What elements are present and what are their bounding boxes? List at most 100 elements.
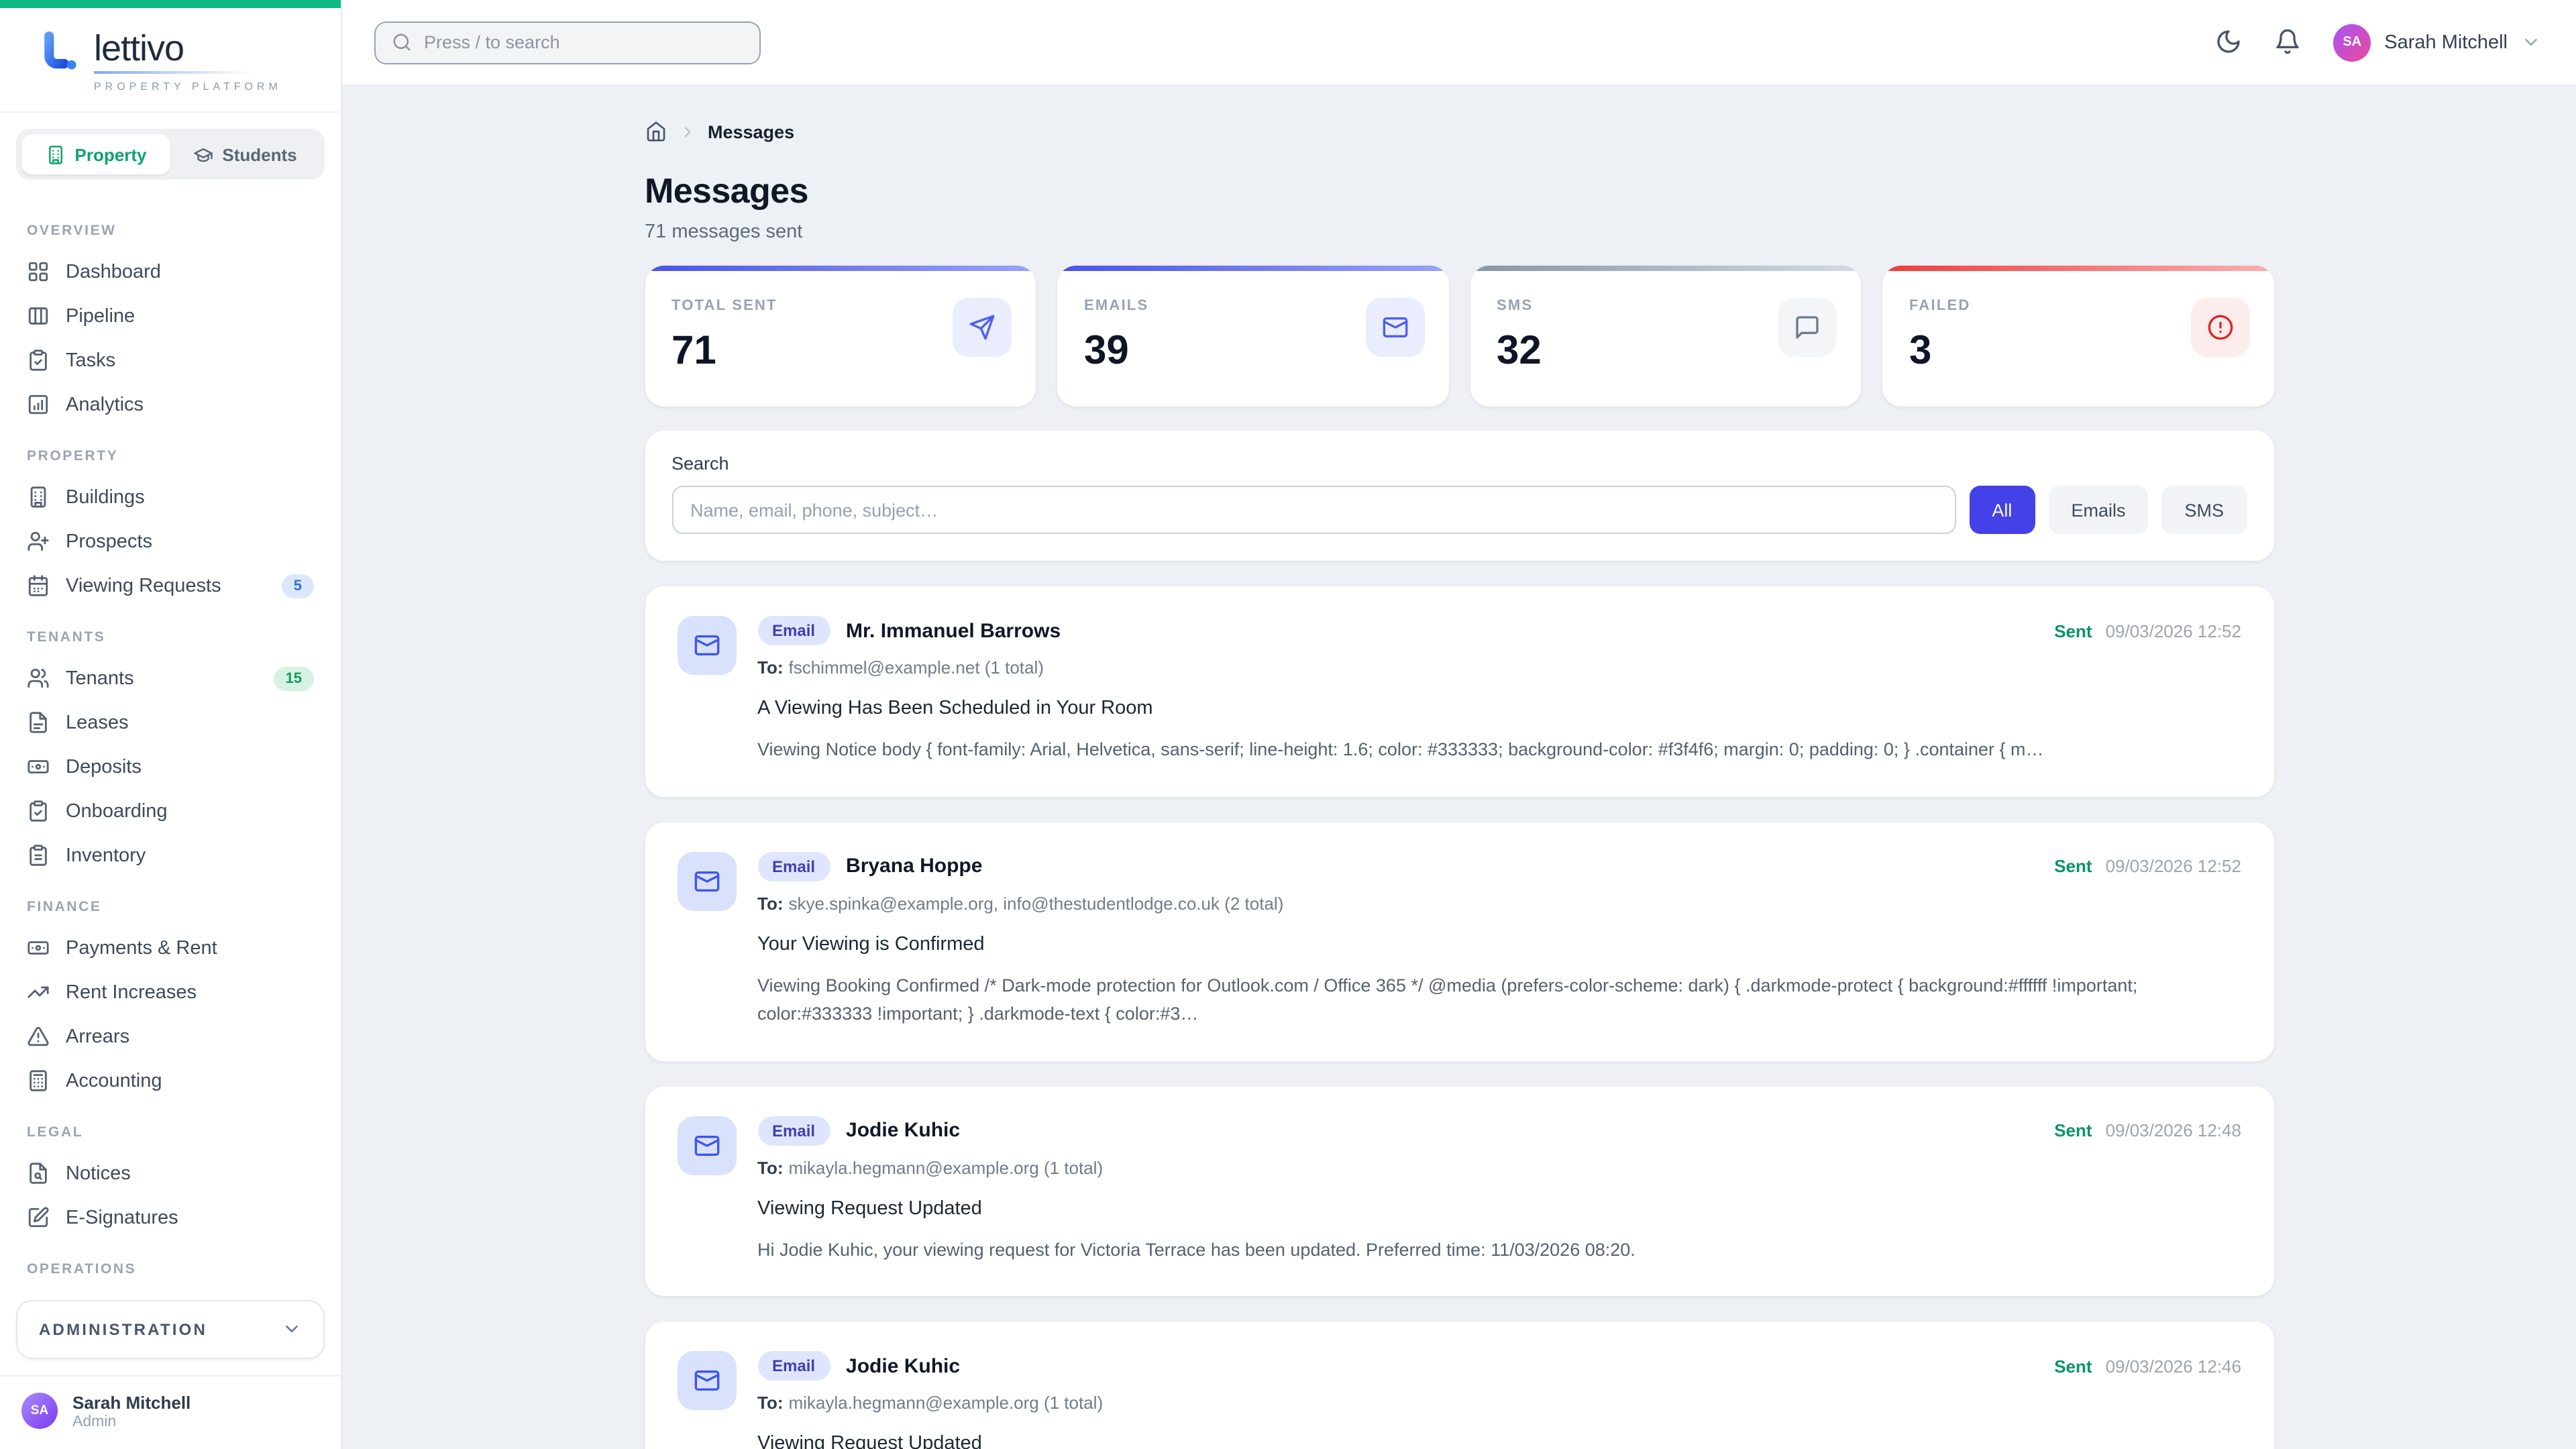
user-name: Sarah Mitchell [2384,32,2508,53]
sidebar-item-payments-rent[interactable]: Payments & Rent [16,926,325,971]
bell-icon [2274,28,2301,54]
calendar-icon [27,575,50,598]
sidebar-item-rent-increases[interactable]: Rent Increases [16,971,325,1015]
message-preview: Viewing Booking Confirmed /* Dark-mode p… [757,971,2241,1028]
logo[interactable]: lettivo PROPERTY PLATFORM [0,8,341,112]
brand-name: lettivo [94,30,282,68]
clipboard-list-icon [27,845,50,867]
dashboard-grid-icon [27,261,50,284]
message-type-badge: Email [757,1116,830,1146]
filter-emails-button[interactable]: Emails [2048,486,2148,534]
avatar: SA [2333,23,2371,61]
bar-chart-icon [27,394,50,417]
chevron-right-icon [678,123,696,140]
banknote-icon [27,937,50,960]
trending-up-icon [27,981,50,1004]
sidebar-item-leases[interactable]: Leases [16,701,325,745]
sidebar-item-buildings[interactable]: Buildings [16,476,325,520]
pen-square-icon [27,1207,50,1230]
message-search-input[interactable] [672,486,1955,534]
building-icon [27,486,50,509]
breadcrumb-current: Messages [708,121,794,142]
toggle-property-label: Property [75,145,147,165]
sidebar-item-deposits[interactable]: Deposits [16,745,325,790]
main-area: Messages Messages 71 messages sent TOTAL… [342,86,2576,1449]
sidebar-item-notices[interactable]: Notices [16,1152,325,1196]
sidebar-item-inventory[interactable]: Inventory [16,834,325,878]
sidebar-item-prospects[interactable]: Prospects [16,520,325,564]
message-subject: Viewing Request Updated [757,1198,2241,1220]
status-badge: Sent [2054,1356,2092,1377]
message-card[interactable]: Email Mr. Immanuel Barrows Sent 09/03/20… [645,586,2273,796]
message-card[interactable]: Email Jodie Kuhic Sent 09/03/2026 12:46 … [645,1322,2273,1449]
clipboard-check-icon [27,350,50,372]
sidebar-item-accounting[interactable]: Accounting [16,1059,325,1104]
sidebar: lettivo PROPERTY PLATFORM Property Stude… [0,0,342,1449]
file-icon [27,712,50,735]
message-preview: Viewing Notice body { font-family: Arial… [757,735,2241,764]
stat-accent [1057,266,1448,271]
alert-triangle-icon [27,1026,50,1049]
logo-underline [94,72,252,74]
status-badge: Sent [2054,1121,2092,1141]
section-label-operations: OPERATIONS [16,1262,325,1278]
page-title: Messages [645,170,2273,212]
sidebar-item-analytics[interactable]: Analytics [16,383,325,427]
filter-all-button[interactable]: All [1969,486,2035,534]
toggle-students[interactable]: Students [170,135,319,175]
sidebar-item-tasks[interactable]: Tasks [16,339,325,383]
section-label-overview: OVERVIEW [16,223,325,239]
filter-sms-button[interactable]: SMS [2161,486,2247,534]
administration-collapsible[interactable]: ADMINISTRATION [16,1300,325,1359]
message-sender: Jodie Kuhic [846,1120,960,1142]
sidebar-item-arrears[interactable]: Arrears [16,1015,325,1059]
sidebar-item-viewing-requests[interactable]: Viewing Requests5 [16,564,325,608]
user-menu[interactable]: SA Sarah Mitchell [2333,23,2541,61]
mail-icon [677,1116,736,1175]
breadcrumb: Messages [645,121,2273,142]
mail-icon [677,851,736,910]
notifications-button[interactable] [2274,28,2304,57]
stat-card-failed: FAILED 3 [1882,266,2273,407]
sidebar-item-pipeline[interactable]: Pipeline [16,294,325,339]
page-subtitle: 71 messages sent [645,221,2273,243]
message-timestamp: 09/03/2026 12:52 [2106,856,2241,876]
message-filter-card: Search All Emails SMS [645,431,2273,561]
sidebar-user[interactable]: SA Sarah Mitchell Admin [16,1377,325,1434]
status-badge: Sent [2054,621,2092,641]
stat-card-emails: EMAILS 39 [1057,266,1448,407]
file-search-icon [27,1163,50,1185]
chevron-down-icon [2521,32,2541,52]
dark-mode-toggle[interactable] [2215,28,2245,57]
message-subject: Your Viewing is Confirmed [757,933,2241,955]
sidebar-item-tenants[interactable]: Tenants15 [16,657,325,701]
viewing-requests-badge: 5 [282,574,314,598]
message-timestamp: 09/03/2026 12:52 [2106,621,2241,641]
message-card[interactable]: Email Jodie Kuhic Sent 09/03/2026 12:48 … [645,1087,2273,1297]
global-search-input[interactable] [424,32,743,52]
sidebar-item-onboarding[interactable]: Onboarding [16,790,325,834]
message-list: Email Mr. Immanuel Barrows Sent 09/03/20… [645,586,2273,1449]
chat-bubble-icon [1778,298,1837,357]
toggle-property[interactable]: Property [21,135,170,175]
sidebar-item-dashboard[interactable]: Dashboard [16,250,325,294]
global-search[interactable] [374,21,761,64]
send-icon [953,298,1012,357]
status-badge: Sent [2054,856,2092,876]
message-type-badge: Email [757,1352,830,1381]
alert-circle-icon [2190,298,2249,357]
stat-accent [1470,266,1861,271]
message-type-badge: Email [757,851,830,881]
sidebar-item-e-signatures[interactable]: E-Signatures [16,1196,325,1240]
section-label-tenants: TENANTS [16,630,325,646]
stat-card-total-sent: TOTAL SENT 71 [645,266,1036,407]
stat-accent [1882,266,2273,271]
mode-toggle: Property Students [16,129,325,180]
message-recipients: To:skye.spinka@example.org, info@thestud… [757,893,2241,913]
home-icon[interactable] [645,121,666,142]
message-sender: Bryana Hoppe [846,855,982,877]
message-card[interactable]: Email Bryana Hoppe Sent 09/03/2026 12:52… [645,822,2273,1061]
message-preview: Hi Jodie Kuhic, your viewing request for… [757,1236,2241,1265]
message-sender: Mr. Immanuel Barrows [846,619,1061,642]
banknote-icon [27,756,50,779]
